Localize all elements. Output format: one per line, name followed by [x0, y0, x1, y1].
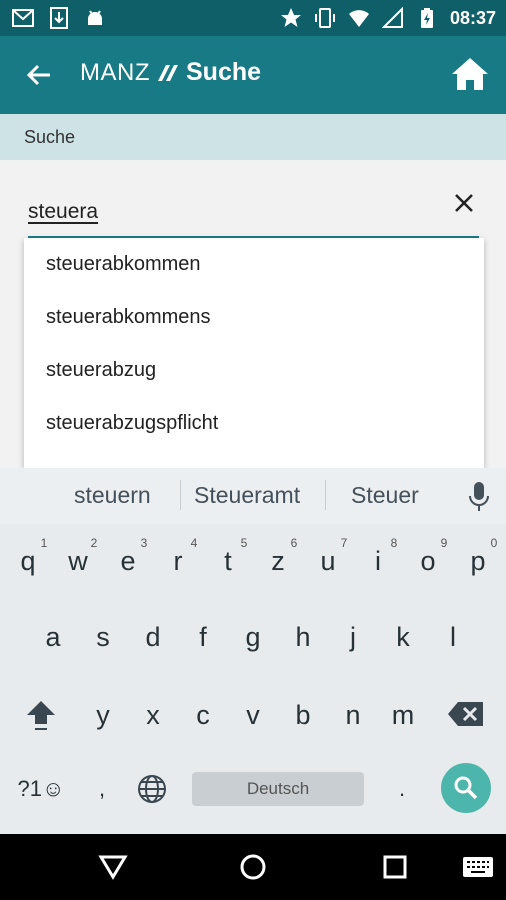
key-period[interactable]: .: [382, 776, 422, 802]
star-icon: [280, 8, 301, 27]
divider: [325, 480, 326, 510]
key-comma[interactable]: ,: [82, 776, 122, 802]
manz-logo-icon: [158, 64, 178, 81]
key-x[interactable]: x: [133, 700, 173, 731]
key-j[interactable]: j: [333, 622, 373, 653]
nav-back-icon[interactable]: [98, 854, 128, 880]
key-m[interactable]: m: [383, 700, 423, 731]
keyboard-suggestion-strip: steuern Steueramt Steuer: [0, 468, 506, 524]
keyboard: steuern Steueramt Steuer 1 2 3 4 5 6 7 8…: [0, 468, 506, 834]
app-bar: MANZ Suche: [0, 36, 506, 114]
breadcrumb-label: Suche: [24, 127, 76, 147]
keyboard-suggestion[interactable]: Steueramt: [194, 482, 300, 509]
key-w[interactable]: w: [58, 546, 98, 577]
suggestion-item[interactable]: steuerabkommen: [24, 238, 484, 291]
back-arrow-icon[interactable]: [24, 60, 54, 90]
brand: MANZ Suche: [80, 58, 261, 87]
key-t[interactable]: t: [208, 546, 248, 577]
vibrate-icon: [314, 8, 335, 28]
key-g[interactable]: g: [233, 622, 273, 653]
globe-icon[interactable]: [137, 774, 167, 804]
search-key[interactable]: [441, 763, 491, 813]
suggestion-list: steuerabkommen steuerabkommens steuerabz…: [24, 238, 484, 468]
key-a[interactable]: a: [33, 622, 73, 653]
wifi-icon: [348, 10, 369, 27]
brand-logo-text: MANZ: [80, 58, 150, 86]
shift-icon[interactable]: [24, 698, 58, 732]
page-title: Suche: [186, 58, 262, 86]
navigation-bar: [0, 834, 506, 900]
key-f[interactable]: f: [183, 622, 223, 653]
key-r[interactable]: r: [158, 546, 198, 577]
symbols-key[interactable]: ?1☺: [14, 776, 68, 802]
breadcrumb: Suche: [0, 114, 506, 160]
divider: [180, 480, 181, 510]
status-bar: 08:37: [0, 0, 506, 36]
search-icon: [454, 776, 478, 800]
keyboard-suggestion[interactable]: steuern: [74, 482, 151, 509]
download-icon: [50, 7, 68, 29]
key-z[interactable]: z: [258, 546, 298, 577]
key-h[interactable]: h: [283, 622, 323, 653]
no-signal-icon: [381, 7, 403, 28]
key-n[interactable]: n: [333, 700, 373, 731]
key-c[interactable]: c: [183, 700, 223, 731]
nav-recents-icon[interactable]: [382, 854, 408, 880]
android-icon: [88, 10, 102, 25]
search-input[interactable]: steuera: [28, 196, 479, 238]
keyboard-suggestion[interactable]: Steuer: [351, 482, 419, 509]
suggestion-item[interactable]: steuerabkommens: [24, 291, 484, 344]
battery-charging-icon: [420, 8, 433, 28]
key-y[interactable]: y: [83, 700, 123, 731]
key-d[interactable]: d: [133, 622, 173, 653]
key-o[interactable]: o: [408, 546, 448, 577]
key-q[interactable]: q: [8, 546, 48, 577]
suggestion-item[interactable]: steuerabzug: [24, 344, 484, 397]
key-s[interactable]: s: [83, 622, 123, 653]
backspace-icon[interactable]: [446, 700, 486, 728]
key-v[interactable]: v: [233, 700, 273, 731]
space-bar[interactable]: Deutsch: [192, 772, 364, 806]
home-icon[interactable]: [450, 56, 490, 92]
key-b[interactable]: b: [283, 700, 323, 731]
key-l[interactable]: l: [433, 622, 473, 653]
clock: 08:37: [449, 8, 496, 28]
key-p[interactable]: p: [458, 546, 498, 577]
clear-icon[interactable]: [451, 190, 477, 216]
key-k[interactable]: k: [383, 622, 423, 653]
key-u[interactable]: u: [308, 546, 348, 577]
gmail-icon: [12, 9, 34, 27]
microphone-icon[interactable]: [466, 480, 492, 512]
search-input-value: steuera: [28, 200, 99, 223]
key-i[interactable]: i: [358, 546, 398, 577]
suggestion-item[interactable]: steuerabzugspflicht: [24, 397, 484, 450]
nav-home-icon[interactable]: [239, 853, 267, 881]
keyboard-switch-icon[interactable]: [462, 856, 494, 878]
key-e[interactable]: e: [108, 546, 148, 577]
